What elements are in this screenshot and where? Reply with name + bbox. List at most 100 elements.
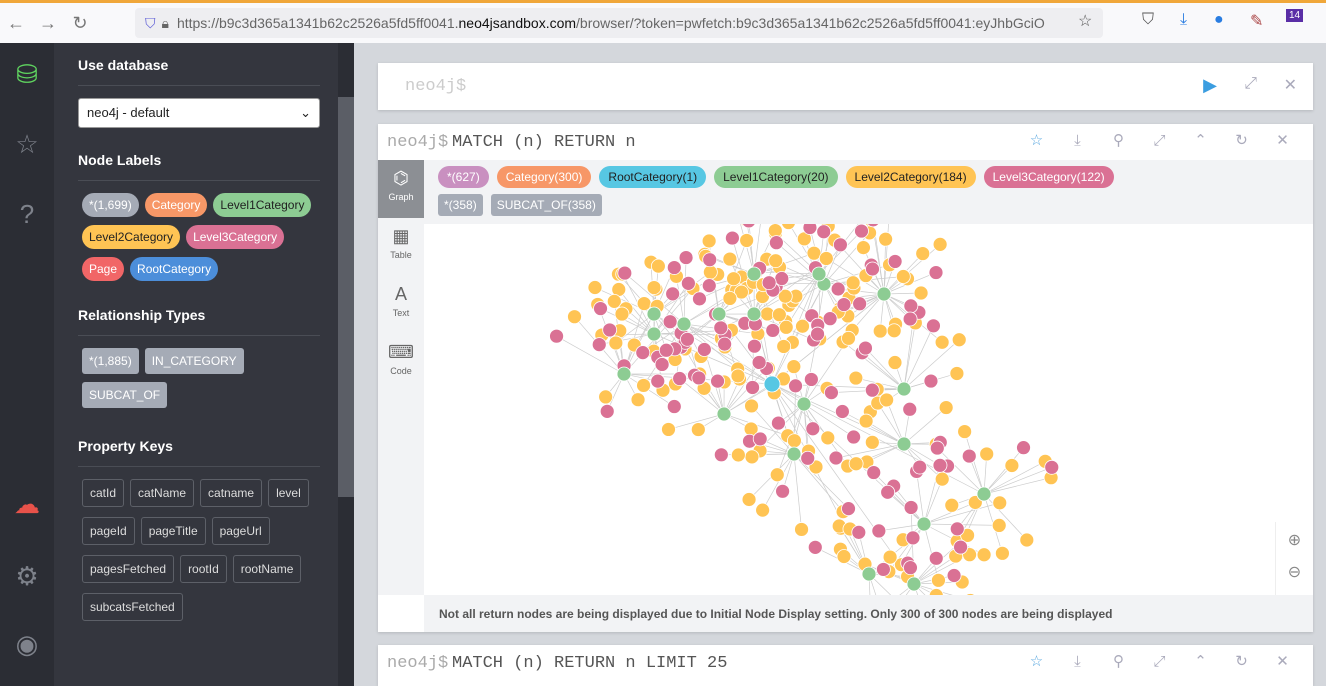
level3-category-node[interactable] bbox=[672, 371, 688, 386]
collapse-icon[interactable]: ⌃ bbox=[1180, 124, 1221, 158]
level3-category-node[interactable] bbox=[803, 372, 819, 387]
level3-category-node[interactable] bbox=[751, 355, 767, 370]
node-label-pill[interactable]: Level3Category bbox=[186, 225, 285, 249]
level2-category-node[interactable] bbox=[913, 285, 929, 301]
level3-category-node[interactable] bbox=[742, 224, 756, 229]
tab-graph[interactable]: ⌬ Graph bbox=[378, 160, 424, 218]
level1-category-node[interactable] bbox=[896, 381, 912, 397]
level3-category-node[interactable] bbox=[788, 378, 803, 394]
node-label-pill[interactable]: Level2Category bbox=[82, 225, 181, 249]
level1-category-node[interactable] bbox=[861, 566, 877, 582]
level1-category-node[interactable] bbox=[876, 286, 892, 302]
level3-category-node[interactable] bbox=[747, 338, 762, 354]
level2-category-node[interactable] bbox=[882, 549, 898, 565]
tab-table[interactable]: ▦ Table bbox=[378, 218, 424, 276]
tab-code[interactable]: ⌨ Code bbox=[378, 334, 424, 392]
relationship-type-tag[interactable]: SUBCAT_OF bbox=[82, 382, 168, 408]
download-icon[interactable]: ⤓ bbox=[1057, 124, 1098, 158]
level1-category-node[interactable] bbox=[896, 436, 912, 452]
level3-category-node[interactable] bbox=[768, 235, 784, 251]
level2-category-node[interactable] bbox=[722, 251, 738, 267]
level1-category-node[interactable] bbox=[716, 406, 732, 422]
level3-category-node[interactable] bbox=[902, 401, 918, 417]
level3-category-node[interactable] bbox=[805, 421, 821, 437]
level3-category-node[interactable] bbox=[841, 501, 856, 517]
level3-category-node[interactable] bbox=[602, 322, 618, 338]
level2-category-node[interactable] bbox=[932, 236, 948, 252]
level3-category-node[interactable] bbox=[871, 523, 887, 539]
level3-category-node[interactable] bbox=[822, 311, 838, 327]
legend-node-label[interactable]: Level1Category(20) bbox=[714, 166, 838, 188]
neo4j-about-icon[interactable]: ◉ bbox=[0, 629, 54, 660]
level3-category-node[interactable] bbox=[710, 373, 725, 389]
database-select[interactable]: neo4j - default ⌄ bbox=[78, 98, 320, 128]
collapse-icon[interactable]: ⌃ bbox=[1180, 645, 1221, 679]
level2-category-node[interactable] bbox=[650, 258, 666, 274]
legend-node-label[interactable]: Level2Category(184) bbox=[845, 166, 976, 188]
level2-category-node[interactable] bbox=[848, 370, 864, 386]
level2-category-node[interactable] bbox=[701, 233, 717, 249]
level3-category-node[interactable] bbox=[658, 342, 674, 358]
level2-category-node[interactable] bbox=[730, 368, 746, 384]
level2-category-node[interactable] bbox=[722, 290, 738, 306]
level3-category-node[interactable] bbox=[1044, 459, 1060, 475]
level2-category-node[interactable] bbox=[915, 246, 931, 261]
level3-category-node[interactable] bbox=[887, 254, 903, 269]
level2-category-node[interactable] bbox=[991, 518, 1007, 533]
result-query[interactable]: MATCH (n) RETURN n bbox=[452, 133, 636, 152]
favorites-star-icon[interactable]: ☆ bbox=[0, 129, 54, 160]
property-key-tag[interactable]: pagesFetched bbox=[82, 555, 175, 583]
level3-category-node[interactable] bbox=[928, 550, 944, 566]
legend-relationship-type[interactable]: *(358) bbox=[438, 194, 483, 216]
level3-category-node[interactable] bbox=[802, 224, 818, 235]
level3-category-node[interactable] bbox=[617, 265, 633, 281]
level2-category-node[interactable] bbox=[848, 456, 864, 472]
download-icon[interactable]: ⤓ bbox=[1180, 11, 1187, 29]
level2-category-node[interactable] bbox=[587, 280, 603, 295]
level3-category-node[interactable] bbox=[828, 450, 844, 466]
level2-category-node[interactable] bbox=[769, 467, 785, 483]
level3-category-node[interactable] bbox=[961, 448, 977, 464]
level2-category-node[interactable] bbox=[702, 264, 718, 280]
legend-node-label[interactable]: RootCategory(1) bbox=[599, 166, 707, 188]
level3-category-node[interactable] bbox=[654, 357, 670, 372]
level2-category-node[interactable] bbox=[820, 430, 836, 446]
level1-category-node[interactable] bbox=[746, 266, 762, 282]
level2-category-node[interactable] bbox=[661, 422, 676, 437]
level3-category-node[interactable] bbox=[903, 560, 918, 576]
level3-category-node[interactable] bbox=[593, 301, 608, 316]
level1-category-node[interactable] bbox=[786, 446, 802, 462]
level2-category-node[interactable] bbox=[957, 424, 973, 439]
level2-category-node[interactable] bbox=[931, 572, 946, 588]
graph-canvas[interactable] bbox=[424, 224, 1313, 595]
scrollbar-thumb[interactable] bbox=[338, 97, 354, 497]
property-key-tag[interactable]: catName bbox=[130, 479, 195, 507]
pocket-icon[interactable]: ⛉ bbox=[1142, 11, 1154, 29]
root-category-node[interactable] bbox=[763, 375, 781, 393]
reload-icon[interactable]: ↻ bbox=[64, 13, 96, 34]
property-key-tag[interactable]: rootId bbox=[180, 555, 227, 583]
level2-category-node[interactable] bbox=[744, 449, 760, 465]
level3-category-node[interactable] bbox=[1016, 440, 1031, 456]
relationship-type-tag[interactable]: *(1,885) bbox=[82, 348, 139, 374]
level3-category-node[interactable] bbox=[800, 450, 816, 466]
rerun-icon[interactable]: ↻ bbox=[1221, 124, 1262, 158]
level3-category-node[interactable] bbox=[665, 286, 681, 302]
legend-node-label[interactable]: Category(300) bbox=[496, 166, 592, 188]
property-key-tag[interactable]: level bbox=[268, 479, 309, 507]
level2-category-node[interactable] bbox=[567, 309, 582, 325]
property-key-tag[interactable]: catId bbox=[82, 479, 125, 507]
level3-category-node[interactable] bbox=[599, 403, 615, 419]
level2-category-node[interactable] bbox=[636, 378, 651, 393]
zoom-out-icon[interactable]: ⊖ bbox=[1276, 550, 1313, 582]
node-label-pill[interactable]: Category bbox=[144, 193, 208, 217]
level2-category-node[interactable] bbox=[887, 355, 903, 370]
property-key-tag[interactable]: catname bbox=[200, 479, 263, 507]
level2-category-node[interactable] bbox=[1004, 458, 1020, 473]
property-key-tag[interactable]: pageTitle bbox=[140, 517, 206, 545]
level3-category-node[interactable] bbox=[771, 415, 786, 431]
favorite-star-icon[interactable]: ☆ bbox=[1016, 645, 1057, 679]
node-label-pill[interactable]: *(1,699) bbox=[82, 193, 139, 217]
result-query[interactable]: MATCH (n) RETURN n LIMIT 25 bbox=[452, 654, 727, 673]
level3-category-node[interactable] bbox=[876, 562, 891, 577]
